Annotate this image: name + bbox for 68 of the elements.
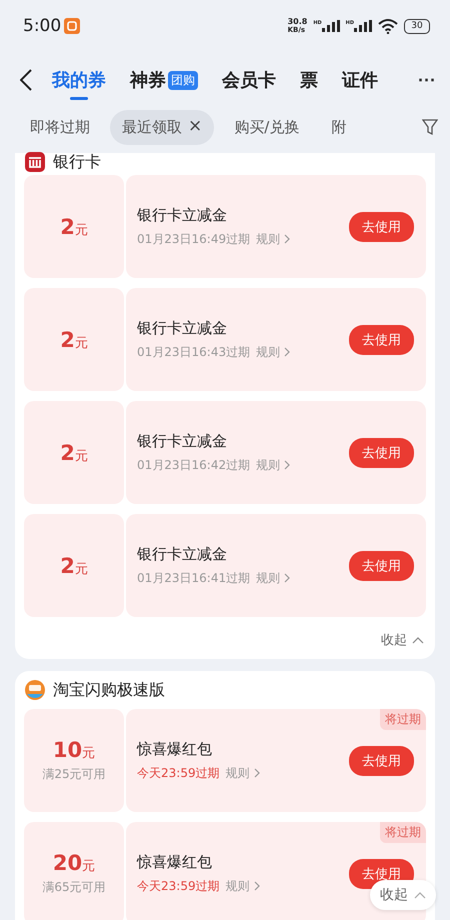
coupon-name: 银行卡立减金 bbox=[137, 318, 228, 338]
chevron-right-icon bbox=[254, 881, 260, 891]
use-button[interactable]: 去使用 bbox=[349, 438, 414, 468]
collapse-button[interactable]: 收起 bbox=[370, 880, 436, 910]
coupon-amount: 2元 bbox=[60, 214, 88, 238]
filter-chip[interactable]: 即将过期 bbox=[18, 110, 102, 144]
filter-chip[interactable]: 购买/兑换 bbox=[222, 110, 312, 144]
section-title: 淘宝闪购极速版 bbox=[53, 680, 165, 700]
expiry-time: 01月23日16:43过期 bbox=[137, 344, 250, 360]
use-button[interactable]: 去使用 bbox=[349, 212, 414, 242]
rules-link[interactable]: 规则 bbox=[256, 230, 290, 248]
section-title: 银行卡 bbox=[53, 152, 101, 172]
chevron-right-icon bbox=[284, 347, 290, 357]
rules-link[interactable]: 规则 bbox=[256, 570, 290, 586]
expiry-time: 01月23日16:49过期 bbox=[137, 230, 250, 248]
wifi-icon bbox=[378, 18, 398, 34]
expiring-tag: 将过期 bbox=[380, 822, 426, 843]
coupon-amount: 2元 bbox=[60, 440, 88, 464]
app-notification-icon bbox=[64, 18, 80, 34]
filter-icon bbox=[422, 118, 438, 136]
use-button[interactable]: 去使用 bbox=[349, 550, 414, 580]
clock-time: 5:00 bbox=[23, 16, 62, 36]
battery-indicator: 30 bbox=[404, 18, 430, 34]
use-button[interactable]: 去使用 bbox=[349, 746, 414, 776]
coupon-name: 惊喜爆红包 bbox=[137, 852, 213, 872]
back-icon bbox=[20, 69, 32, 91]
collapse-link[interactable]: 收起 bbox=[24, 631, 426, 649]
coupon-amount: 10元 bbox=[52, 738, 96, 762]
rules-link[interactable]: 规则 bbox=[256, 456, 290, 474]
filter-chip[interactable]: 最近领取 × bbox=[110, 110, 214, 144]
coupon-amount: 2元 bbox=[60, 328, 88, 352]
shop-logo-icon bbox=[25, 680, 45, 700]
expiry-time: 01月23日16:41过期 bbox=[137, 570, 250, 586]
expiring-tag: 将过期 bbox=[380, 709, 426, 730]
chevron-right-icon bbox=[284, 573, 290, 583]
coupon-name: 银行卡立减金 bbox=[137, 206, 228, 224]
expiry-time: 今天23:59过期 bbox=[137, 878, 220, 894]
chevron-right-icon bbox=[284, 234, 290, 244]
expiry-time: 01月23日16:42过期 bbox=[137, 456, 250, 474]
nav-tab[interactable]: 神券 团购 bbox=[130, 62, 198, 98]
coupon-amount: 20元 bbox=[52, 851, 96, 875]
chevron-right-icon bbox=[254, 768, 260, 778]
network-speed: 30.8 bbox=[288, 18, 308, 26]
nav-tab[interactable]: 证件 bbox=[342, 62, 378, 98]
coupon-name: 银行卡立减金 bbox=[137, 544, 228, 564]
usage-condition: 满25元可用 bbox=[42, 766, 106, 783]
rules-link[interactable]: 规则 bbox=[226, 764, 260, 782]
rules-link[interactable]: 规则 bbox=[226, 878, 260, 894]
nav-tab[interactable]: 会员卡 bbox=[222, 62, 276, 98]
coupon-name: 银行卡立减金 bbox=[137, 432, 228, 450]
chevron-right-icon bbox=[284, 460, 290, 470]
use-button[interactable]: 去使用 bbox=[349, 324, 414, 354]
nav-tab[interactable]: 票 bbox=[300, 62, 318, 98]
chevron-up-icon bbox=[414, 892, 426, 898]
group-buy-badge: 团购 bbox=[168, 70, 198, 90]
signal-icon bbox=[354, 20, 372, 32]
expiry-time: 今天23:59过期 bbox=[137, 764, 220, 782]
back-button[interactable] bbox=[20, 69, 32, 91]
signal-icon bbox=[322, 20, 340, 32]
coupon-name: 惊喜爆红包 bbox=[137, 740, 213, 758]
nav-tab[interactable]: 我的券 bbox=[52, 62, 106, 98]
coupon-amount: 2元 bbox=[60, 554, 88, 578]
usage-condition: 满65元可用 bbox=[42, 879, 106, 896]
rules-link[interactable]: 规则 bbox=[256, 344, 290, 360]
filter-button[interactable] bbox=[422, 118, 438, 136]
filter-chip[interactable]: 附 bbox=[319, 110, 358, 144]
chevron-up-icon bbox=[412, 636, 424, 644]
more-button[interactable]: ··· bbox=[418, 70, 436, 90]
